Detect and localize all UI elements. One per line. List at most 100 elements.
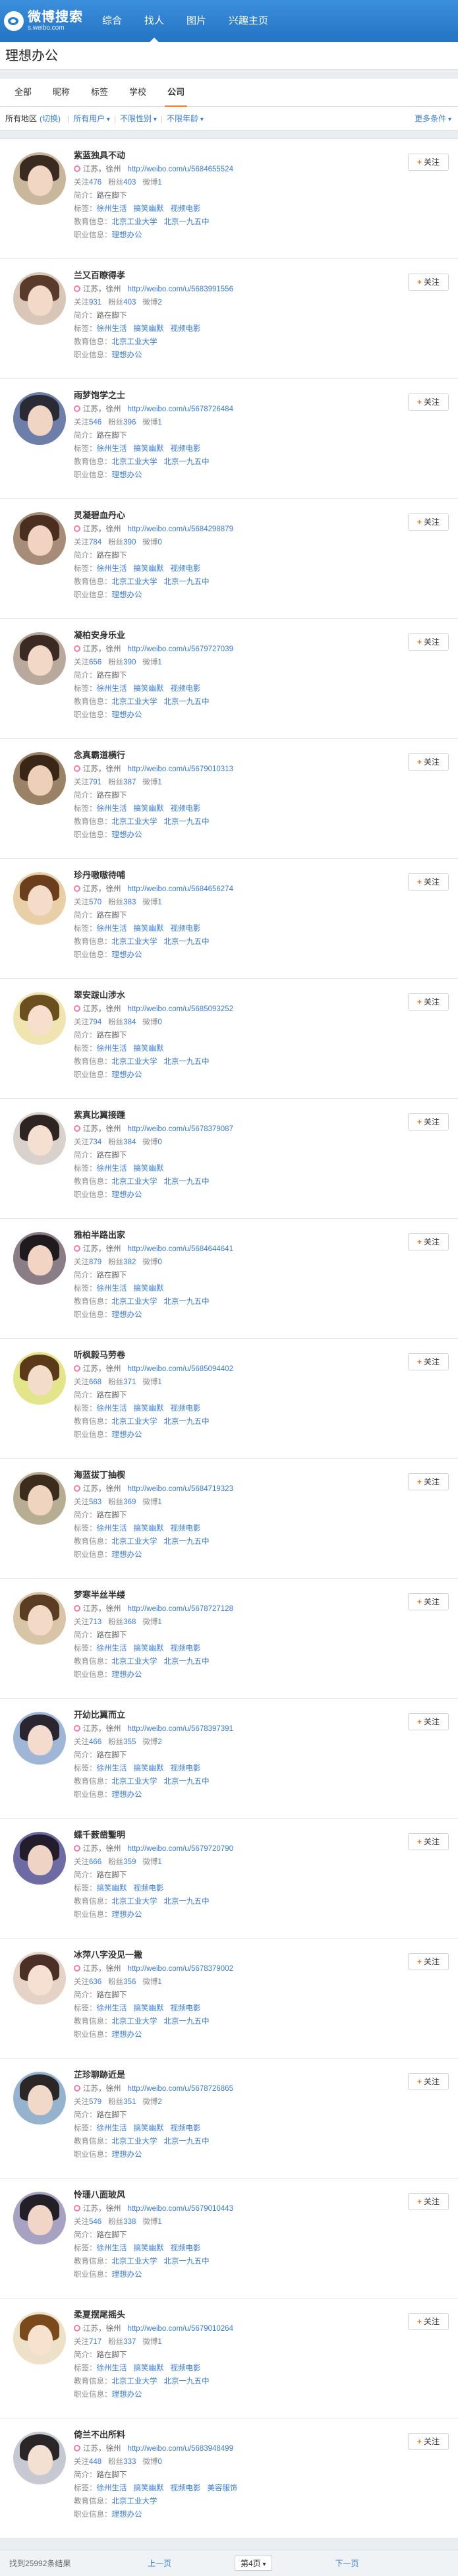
fans-count[interactable]: 338: [123, 2218, 136, 2226]
fans-count[interactable]: 382: [123, 1258, 136, 1266]
fans-count[interactable]: 403: [123, 179, 136, 187]
user-tag-link[interactable]: 搞笑幽默: [134, 1765, 164, 1772]
user-tag-link[interactable]: 搞笑幽默: [134, 2364, 164, 2372]
avatar[interactable]: [13, 2312, 66, 2364]
fans-count[interactable]: 384: [123, 1138, 136, 1146]
user-name-link[interactable]: 开幼比翼而立: [74, 1708, 377, 1722]
follows-count[interactable]: 666: [89, 1858, 101, 1866]
school-link[interactable]: 北京工业大学: [112, 1658, 157, 1666]
user-tag-link[interactable]: 徐州生活: [97, 325, 127, 333]
school-link[interactable]: 北京一九五中: [164, 458, 210, 466]
user-name-link[interactable]: 紫蓝独具不动: [74, 148, 377, 163]
school-link[interactable]: 北京一九五中: [164, 1178, 210, 1186]
user-name-link[interactable]: 念真霸道横行: [74, 748, 377, 763]
user-name-link[interactable]: 雨梦饱学之士: [74, 388, 377, 403]
company-link[interactable]: 理想办公: [112, 2151, 142, 2159]
user-profile-url[interactable]: http://weibo.com/u/5684298879: [128, 525, 233, 533]
school-link[interactable]: 北京工业大学: [112, 218, 157, 226]
follows-count[interactable]: 717: [89, 2338, 101, 2346]
school-link[interactable]: 北京工业大学: [112, 1178, 157, 1186]
school-link[interactable]: 北京工业大学: [112, 2258, 157, 2266]
avatar[interactable]: [13, 1832, 66, 1885]
user-profile-url[interactable]: http://weibo.com/u/5679010313: [128, 765, 233, 773]
school-link[interactable]: 北京工业大学: [112, 818, 157, 826]
user-name-link[interactable]: 冰萍八字没见一撇: [74, 1948, 377, 1962]
user-name-link[interactable]: 倚兰不出所料: [74, 2428, 377, 2442]
school-link[interactable]: 北京一九五中: [164, 698, 210, 706]
weibo-count[interactable]: 0: [157, 2458, 161, 2466]
company-link[interactable]: 理想办公: [112, 1311, 142, 1319]
user-tag-link[interactable]: 搞笑幽默: [134, 925, 164, 933]
company-link[interactable]: 理想办公: [112, 1551, 142, 1559]
tab-1[interactable]: 昵称: [42, 78, 80, 106]
fans-count[interactable]: 383: [123, 898, 136, 906]
user-tag-link[interactable]: 视频电影: [171, 325, 201, 333]
school-link[interactable]: 北京一九五中: [164, 938, 210, 946]
age-dropdown[interactable]: 不限年龄: [167, 113, 204, 124]
follows-count[interactable]: 476: [89, 179, 101, 187]
user-profile-url[interactable]: http://weibo.com/u/5678379087: [128, 1125, 233, 1133]
school-link[interactable]: 北京工业大学: [112, 1298, 157, 1306]
user-tag-link[interactable]: 视频电影: [171, 1525, 201, 1533]
weibo-count[interactable]: 1: [157, 1978, 161, 1986]
user-tag-link[interactable]: 视频电影: [171, 2244, 201, 2252]
user-profile-url[interactable]: http://weibo.com/u/5678397391: [128, 1725, 233, 1733]
user-tag-link[interactable]: 视频电影: [171, 1645, 201, 1653]
follows-count[interactable]: 579: [89, 2098, 101, 2106]
user-tag-link[interactable]: 搞笑幽默: [134, 205, 164, 213]
company-link[interactable]: 理想办公: [112, 1191, 142, 1199]
user-tag-link[interactable]: 徐州生活: [97, 565, 127, 573]
user-profile-url[interactable]: http://weibo.com/u/5678727128: [128, 1605, 233, 1613]
fans-count[interactable]: 359: [123, 1858, 136, 1866]
gender-dropdown[interactable]: 不限性别: [120, 113, 157, 124]
school-link[interactable]: 北京工业大学: [112, 698, 157, 706]
avatar[interactable]: [13, 1232, 66, 1285]
user-tag-link[interactable]: 搞笑幽默: [134, 565, 164, 573]
follows-count[interactable]: 636: [89, 1978, 101, 1986]
next-page-link[interactable]: 下一页: [335, 2558, 359, 2569]
follows-count[interactable]: 583: [89, 1498, 101, 1506]
fans-count[interactable]: 390: [123, 539, 136, 546]
user-name-link[interactable]: 芷珍聊跡近是: [74, 2068, 377, 2082]
company-link[interactable]: 理想办公: [112, 231, 142, 239]
follows-count[interactable]: 713: [89, 1618, 101, 1626]
avatar[interactable]: [13, 512, 66, 565]
follows-count[interactable]: 879: [89, 1258, 101, 1266]
follow-button[interactable]: + 关注: [408, 154, 449, 171]
user-tag-link[interactable]: 美容服饰: [208, 2484, 238, 2492]
weibo-count[interactable]: 1: [157, 659, 161, 666]
school-link[interactable]: 北京工业大学: [112, 1778, 157, 1786]
user-name-link[interactable]: 灵凝碧血丹心: [74, 508, 377, 523]
fans-count[interactable]: 390: [123, 659, 136, 666]
user-profile-url[interactable]: http://weibo.com/u/5679727039: [128, 645, 233, 653]
user-tag-link[interactable]: 徐州生活: [97, 1765, 127, 1772]
school-link[interactable]: 北京工业大学: [112, 1058, 157, 1066]
user-tag-link[interactable]: 视频电影: [134, 1885, 164, 1892]
user-profile-url[interactable]: http://weibo.com/u/5683991556: [128, 285, 233, 293]
follows-count[interactable]: 656: [89, 659, 101, 666]
user-profile-url[interactable]: http://weibo.com/u/5684644641: [128, 1245, 233, 1253]
user-type-dropdown[interactable]: 所有用户: [73, 113, 110, 124]
weibo-count[interactable]: 1: [157, 179, 161, 187]
user-tag-link[interactable]: 视频电影: [171, 1405, 201, 1413]
follows-count[interactable]: 794: [89, 1018, 101, 1026]
school-link[interactable]: 北京一九五中: [164, 2018, 210, 2026]
weibo-count[interactable]: 0: [157, 1258, 161, 1266]
school-link[interactable]: 北京一九五中: [164, 2378, 210, 2386]
weibo-count[interactable]: 1: [157, 898, 161, 906]
fans-count[interactable]: 396: [123, 419, 136, 426]
weibo-count[interactable]: 0: [157, 539, 161, 546]
company-link[interactable]: 理想办公: [112, 2511, 142, 2519]
fans-count[interactable]: 384: [123, 1018, 136, 1026]
user-tag-link[interactable]: 徐州生活: [97, 2005, 127, 2012]
avatar[interactable]: [13, 2192, 66, 2244]
user-tag-link[interactable]: 搞笑幽默: [97, 1885, 127, 1892]
school-link[interactable]: 北京工业大学: [112, 2378, 157, 2386]
weibo-count[interactable]: 1: [157, 2218, 161, 2226]
user-name-link[interactable]: 柔夏摆尾摇头: [74, 2308, 377, 2322]
school-link[interactable]: 北京一九五中: [164, 1058, 210, 1066]
follow-button[interactable]: + 关注: [408, 1593, 449, 1610]
weibo-count[interactable]: 1: [157, 1618, 161, 1626]
fans-count[interactable]: 355: [123, 1738, 136, 1746]
user-name-link[interactable]: 兰又百瞭得孝: [74, 268, 377, 283]
